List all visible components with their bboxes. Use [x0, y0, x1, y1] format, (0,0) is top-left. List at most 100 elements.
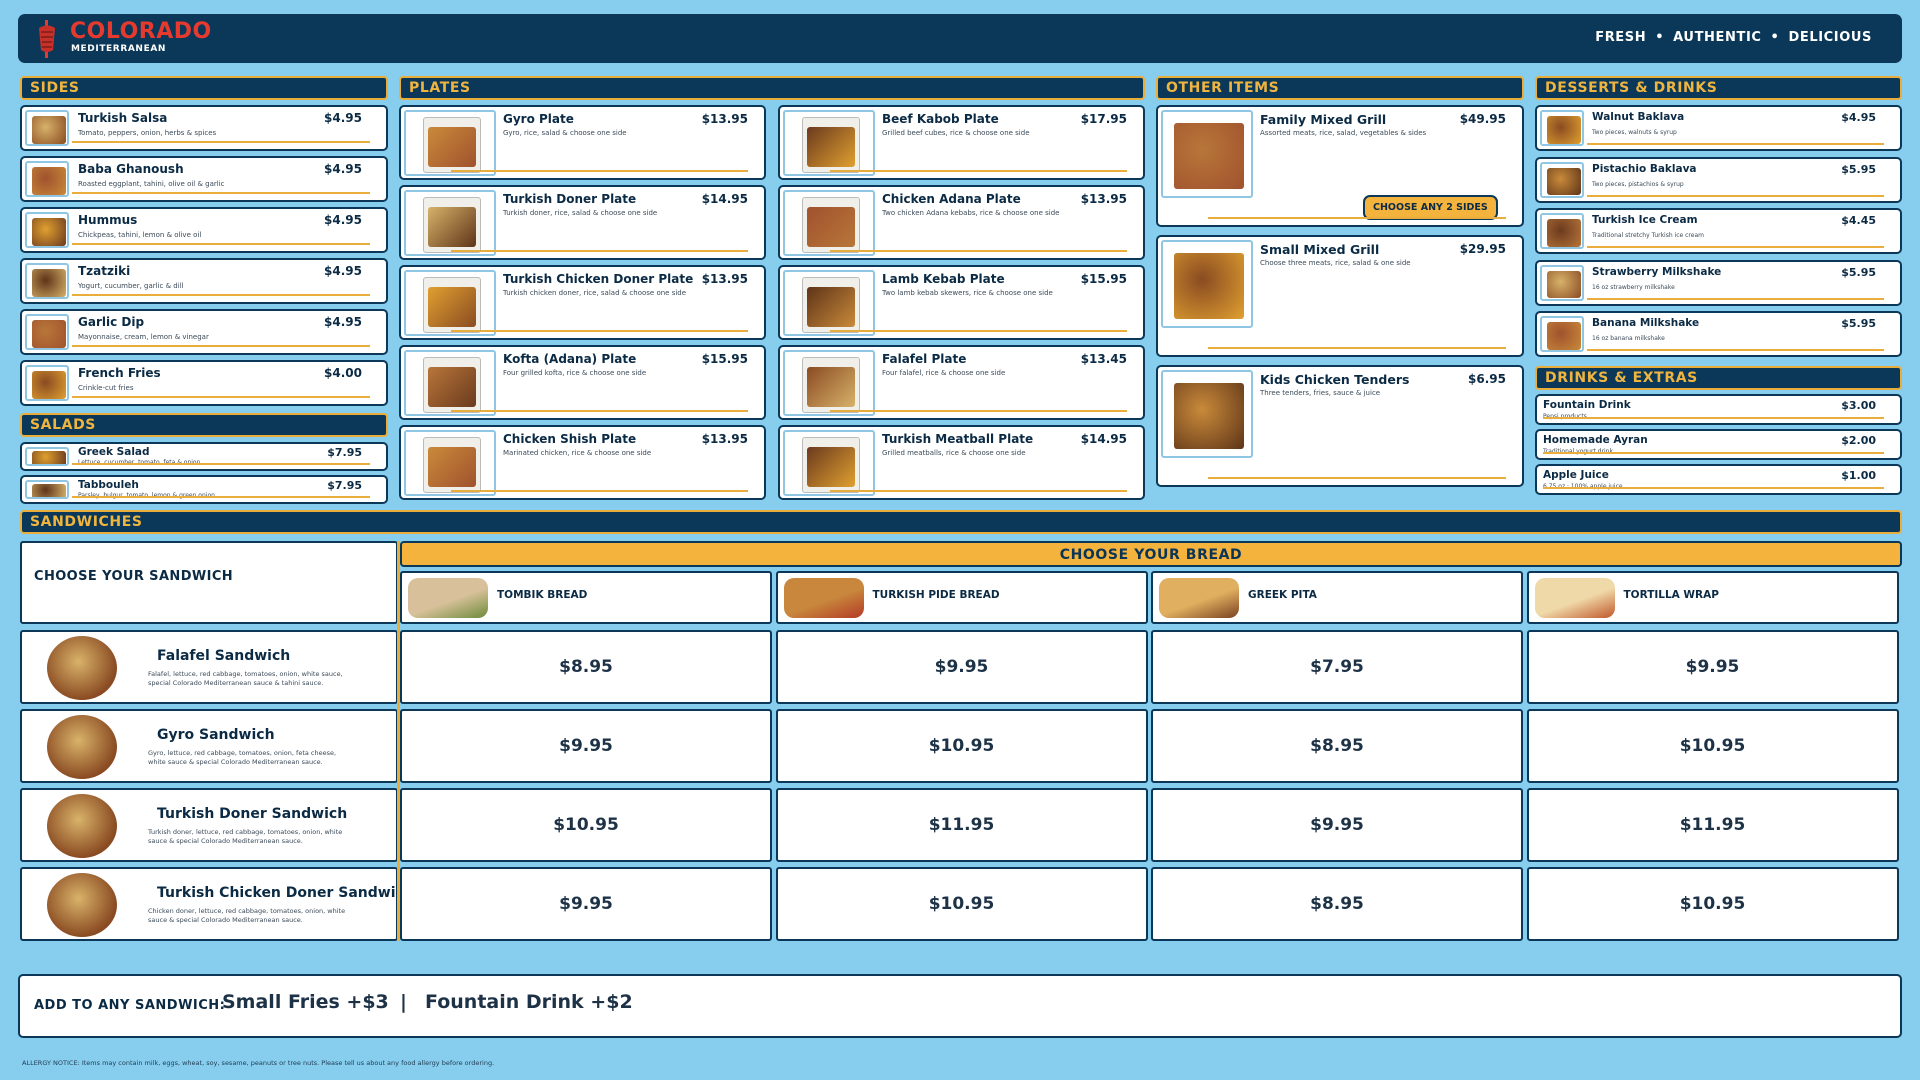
item-description: 16 oz banana milkshake [1592, 335, 1665, 342]
item-name: Greek Salad [78, 446, 150, 458]
bread-name: TOMBIK BREAD [497, 589, 588, 601]
bread-name: GREEK PITA [1248, 589, 1317, 601]
item-name: Turkish Meatball Plate [882, 432, 1034, 446]
menu-item-card: Banana Milkshake 16 oz banana milkshake $5… [1535, 311, 1902, 357]
item-name: Family Mixed Grill [1260, 112, 1387, 127]
choose-bread-header: CHOOSE YOUR BREAD [400, 541, 1902, 567]
sandwich-price[interactable]: $11.95 [775, 788, 1148, 862]
item-description: Three tenders, fries, sauce & juice [1260, 389, 1381, 397]
food-photo-icon [1540, 316, 1584, 352]
sandwich-row: Turkish Doner Sandwich Turkish doner, let… [20, 788, 398, 862]
sandwich-price[interactable]: $10.95 [400, 788, 772, 862]
item-description: Two lamb kebab skewers, rice & choose on… [882, 289, 1053, 297]
food-photo-icon [404, 190, 496, 256]
sandwich-price[interactable]: $7.95 [1151, 630, 1523, 704]
tagline-word: AUTHENTIC [1673, 30, 1762, 45]
addon-bar: ADD TO ANY SANDWICH: Small Fries +$3 | F… [18, 974, 1902, 1038]
menu-item-card: Baba Ghanoush Roasted eggplant, tahini, o… [20, 156, 388, 202]
item-description: Lettuce, cucumber, tomato, feta & onion [78, 459, 201, 466]
sandwich-price[interactable]: $10.95 [775, 709, 1148, 783]
sandwich-name: Falafel Sandwich [157, 648, 291, 664]
food-photo-icon [1161, 240, 1253, 328]
item-price: $13.95 [701, 112, 748, 126]
item-name: Beef Kabob Plate [882, 112, 999, 126]
menu-item-card: Turkish Ice Cream Traditional stretchy Tu… [1535, 208, 1902, 254]
item-price: $1.00 [1841, 469, 1876, 482]
sandwich-price[interactable]: $8.95 [1151, 867, 1523, 941]
tagline-word: DELICIOUS [1788, 30, 1872, 45]
sandwich-price[interactable]: $10.95 [1526, 867, 1899, 941]
sandwich-price[interactable]: $9.95 [1526, 630, 1899, 704]
item-name: Banana Milkshake [1592, 317, 1700, 329]
food-photo-icon [1161, 370, 1253, 458]
item-description: Four grilled kofta, rice & choose one si… [503, 369, 647, 377]
item-description: Pepsi products [1543, 413, 1587, 420]
sandwich-price[interactable]: $10.95 [1526, 709, 1899, 783]
bread-option[interactable]: TURKISH PIDE BREAD [775, 571, 1148, 624]
item-description: Mayonnaise, cream, lemon & vinegar [78, 333, 209, 341]
bread-option[interactable]: GREEK PITA [1151, 571, 1523, 624]
item-name: Kofta (Adana) Plate [503, 352, 637, 366]
item-name: Small Mixed Grill [1260, 242, 1380, 257]
sandwich-photo-icon [47, 794, 117, 858]
item-description: Traditional stretchy Turkish ice cream [1592, 232, 1704, 239]
sandwich-row: Gyro Sandwich Gyro, lettuce, red cabbage,… [20, 709, 398, 783]
item-description: Parsley, bulgur, tomato, lemon & green o… [78, 492, 215, 499]
item-price: $14.95 [701, 192, 748, 206]
item-price: $4.95 [324, 162, 362, 176]
menu-item-card: Apple Juice 6.75 oz · 100% apple juice $1.… [1535, 464, 1902, 495]
item-name: Falafel Plate [882, 352, 967, 366]
addon-label: ADD TO ANY SANDWICH: [34, 998, 226, 1013]
item-price: $13.95 [701, 432, 748, 446]
item-price: $4.95 [1841, 111, 1876, 124]
sandwich-price[interactable]: $9.95 [400, 867, 772, 941]
sandwich-price[interactable]: $9.95 [775, 630, 1148, 704]
food-photo-icon [1540, 161, 1584, 198]
menu-item-card: Turkish Meatball Plate Grilled meatballs,… [778, 425, 1145, 500]
item-name: Garlic Dip [78, 315, 145, 329]
food-photo-icon [25, 480, 69, 499]
item-name: Turkish Ice Cream [1592, 214, 1698, 226]
item-price: $14.95 [1080, 432, 1127, 446]
bread-photo-icon [408, 578, 488, 618]
sandwich-photo-icon [47, 636, 117, 700]
choose-sides-badge[interactable]: CHOOSE ANY 2 SIDES [1363, 195, 1498, 220]
item-description: Grilled beef cubes, rice & choose one si… [882, 129, 1030, 137]
bread-option[interactable]: TOMBIK BREAD [400, 571, 772, 624]
sandwich-photo-icon [47, 715, 117, 779]
food-photo-icon [25, 314, 69, 350]
sandwich-price[interactable]: $11.95 [1526, 788, 1899, 862]
sandwich-row: Falafel Sandwich Falafel, lettuce, red ca… [20, 630, 398, 704]
sandwich-price[interactable]: $9.95 [1151, 788, 1523, 862]
menu-item-card: Walnut Baklava Two pieces, walnuts & syru… [1535, 105, 1902, 151]
menu-item-card: Hummus Chickpeas, tahini, lemon & olive o… [20, 207, 388, 253]
item-description: Marinated chicken, rice & choose one sid… [503, 449, 652, 457]
item-name: Apple Juice [1543, 469, 1609, 481]
choose-sandwich-label: CHOOSE YOUR SANDWICH [34, 569, 234, 584]
item-description: Chickpeas, tahini, lemon & olive oil [78, 231, 202, 239]
sandwich-description: Falafel, lettuce, red cabbage, tomatoes,… [148, 670, 343, 687]
menu-item-card: Falafel Plate Four falafel, rice & choose… [778, 345, 1145, 420]
desserts-header: DESSERTS & DRINKS [1535, 76, 1902, 100]
allergy-notice: ALLERGY NOTICE: Items may contain milk, … [22, 1059, 495, 1067]
item-description: Two pieces, pistachios & syrup [1592, 180, 1684, 188]
food-photo-icon [783, 350, 875, 416]
drinks-header: DRINKS & EXTRAS [1535, 366, 1902, 390]
salads-header: SALADS [20, 413, 388, 437]
sandwich-price[interactable]: $10.95 [775, 867, 1148, 941]
item-name: Chicken Shish Plate [503, 432, 637, 446]
sandwich-price[interactable]: $9.95 [400, 709, 772, 783]
menu-item-card: Chicken Shish Plate Marinated chicken, ri… [399, 425, 766, 500]
sandwich-row: Turkish Chicken Doner Sandwich Chicken do… [20, 867, 414, 941]
sandwich-price[interactable]: $8.95 [1151, 709, 1523, 783]
bread-option[interactable]: TORTILLA WRAP [1526, 571, 1899, 624]
item-description: Roasted eggplant, tahini, olive oil & ga… [78, 180, 225, 188]
item-price: $5.95 [1841, 317, 1876, 330]
item-name: Turkish Salsa [78, 111, 168, 125]
item-name: Fountain Drink [1543, 399, 1631, 411]
item-price: $4.95 [324, 264, 362, 278]
item-name: Turkish Doner Plate [503, 192, 637, 206]
item-price: $4.95 [324, 213, 362, 227]
item-price: $17.95 [1080, 112, 1127, 126]
sandwich-price[interactable]: $8.95 [400, 630, 772, 704]
